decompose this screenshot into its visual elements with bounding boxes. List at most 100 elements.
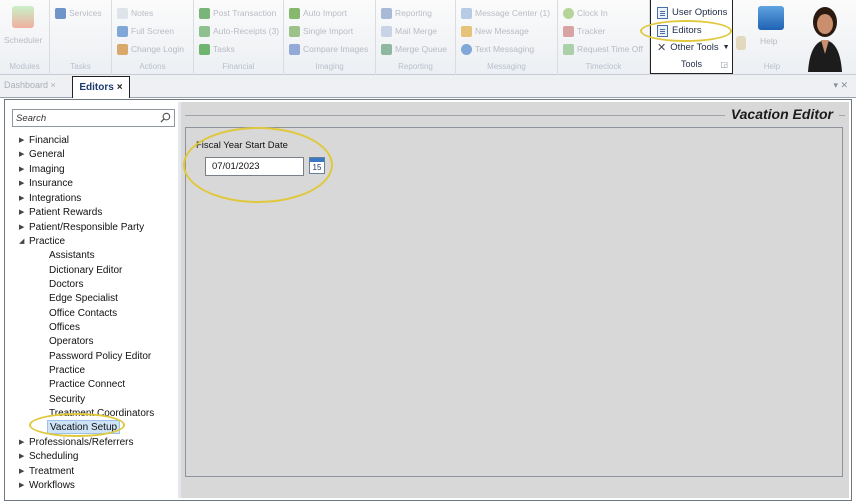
- tree-item-general[interactable]: ▶ General: [19, 147, 65, 161]
- expand-arrow-icon[interactable]: ▶: [19, 136, 29, 144]
- tree-item-financial[interactable]: ▶ Financial: [19, 133, 69, 147]
- tree-item-patient-responsible-party[interactable]: ▶ Patient/Responsible Party: [19, 220, 144, 234]
- ribbon-group-modules: Scheduler Modules: [0, 0, 50, 75]
- dialog-launcher-icon[interactable]: ◲: [720, 60, 728, 69]
- tree-item-integrations[interactable]: ▶ Integrations: [19, 191, 81, 205]
- tree-item-operators[interactable]: Operators: [49, 334, 93, 348]
- fiscal-year-start-date-input[interactable]: [205, 157, 304, 176]
- expand-arrow-icon[interactable]: ▶: [19, 452, 29, 460]
- ribbon-group-financial: Post Transaction Auto-Receipts (3) Tasks…: [194, 0, 284, 75]
- fiscal-year-start-label: Fiscal Year Start Date: [196, 140, 288, 151]
- compare-images-button[interactable]: Compare Images: [289, 42, 368, 56]
- scheduler-button[interactable]: Scheduler: [4, 33, 42, 47]
- help-button[interactable]: Help: [760, 34, 777, 48]
- expand-arrow-icon[interactable]: ▶: [19, 438, 29, 446]
- expand-arrow-icon[interactable]: ▶: [19, 208, 29, 216]
- tree-item-treatment-coordinators[interactable]: Treatment Coordinators: [49, 406, 154, 420]
- tree-item-patient-rewards[interactable]: ▶ Patient Rewards: [19, 205, 102, 219]
- change-login-icon: [117, 43, 128, 55]
- time-off-icon: [563, 43, 574, 55]
- tree-item-dictionary-editor[interactable]: Dictionary Editor: [49, 263, 122, 277]
- group-label: Imaging: [315, 62, 344, 71]
- services-button[interactable]: Services: [55, 6, 102, 20]
- close-icon[interactable]: ×: [117, 82, 123, 93]
- full-screen-icon: [117, 25, 128, 37]
- receipts-icon: [199, 25, 210, 37]
- request-time-off-button[interactable]: Request Time Off: [563, 42, 643, 56]
- new-message-icon: [461, 25, 472, 37]
- expand-arrow-icon[interactable]: ▶: [19, 150, 29, 158]
- tree-item-workflows[interactable]: ▶ Workflows: [19, 478, 75, 492]
- editor-workspace: Search ▶ Financial ▶ General ▶ Imaging ▶ Ins…: [4, 99, 852, 501]
- tree-item-practice-connect[interactable]: Practice Connect: [49, 377, 125, 391]
- tree-item-practice-child[interactable]: Practice: [49, 363, 85, 377]
- financial-tasks-button[interactable]: Tasks: [199, 42, 235, 56]
- tab-dashboard[interactable]: Dashboard ×: [4, 80, 56, 90]
- expand-arrow-icon[interactable]: ▶: [19, 179, 29, 187]
- tab-options-icon[interactable]: ▾ ✕: [833, 80, 848, 91]
- reporting-button[interactable]: Reporting: [381, 6, 432, 20]
- tree-item-edge-specialist[interactable]: Edge Specialist: [49, 291, 118, 305]
- group-label: Timeclock: [585, 62, 622, 71]
- ribbon-group-timeclock: Clock In Tracker Request Time Off Timecl…: [558, 0, 650, 75]
- editors-button[interactable]: Editors: [657, 23, 702, 38]
- tree-item-insurance[interactable]: ▶ Insurance: [19, 176, 73, 190]
- single-import-icon: [289, 25, 300, 37]
- merge-queue-icon: [381, 43, 392, 55]
- search-icon[interactable]: [160, 112, 171, 123]
- notes-button[interactable]: Notes: [117, 6, 153, 20]
- auto-receipts-button[interactable]: Auto-Receipts (3): [199, 24, 279, 38]
- tab-editors[interactable]: Editors ×: [72, 76, 130, 98]
- tree-item-password-policy-editor[interactable]: Password Policy Editor: [49, 349, 151, 363]
- tree-item-security[interactable]: Security: [49, 392, 85, 406]
- user-options-icon: [657, 6, 668, 19]
- post-transaction-button[interactable]: Post Transaction: [199, 6, 276, 20]
- other-tools-button[interactable]: ✕ Other Tools ▼: [657, 40, 730, 55]
- mail-merge-button[interactable]: Mail Merge: [381, 24, 437, 38]
- message-center-button[interactable]: Message Center (1): [461, 6, 550, 20]
- group-label: Actions: [139, 62, 166, 71]
- expand-arrow-icon[interactable]: ▶: [19, 481, 29, 489]
- ribbon-group-messaging: Message Center (1) New Message Text Mess…: [456, 0, 558, 75]
- tree-item-practice[interactable]: ◢ Practice: [19, 234, 65, 248]
- tree-item-treatment[interactable]: ▶ Treatment: [19, 464, 74, 478]
- notes-icon: [117, 7, 128, 19]
- expand-arrow-icon[interactable]: ▶: [19, 223, 29, 231]
- user-options-button[interactable]: User Options: [657, 5, 727, 20]
- tree-item-imaging[interactable]: ▶ Imaging: [19, 162, 65, 176]
- assistant-avatar: [800, 2, 850, 72]
- tree-item-vacation-setup[interactable]: Vacation Setup: [47, 420, 121, 434]
- scheduler-icon[interactable]: [12, 6, 34, 28]
- clock-in-button[interactable]: Clock In: [563, 6, 608, 20]
- misc-tool-icon[interactable]: [736, 36, 746, 50]
- full-screen-button[interactable]: Full Screen: [117, 24, 174, 38]
- calendar-day: 15: [312, 163, 322, 172]
- search-input[interactable]: Search: [12, 109, 175, 127]
- tree-item-professionals-referrers[interactable]: ▶ Professionals/Referrers: [19, 435, 133, 449]
- merge-queue-button[interactable]: Merge Queue: [381, 42, 447, 56]
- close-icon[interactable]: ×: [51, 80, 56, 90]
- document-tabbar: Dashboard × Editors × ▾ ✕: [0, 75, 856, 98]
- auto-import-button[interactable]: Auto Import: [289, 6, 347, 20]
- change-login-button[interactable]: Change Login: [117, 42, 184, 56]
- help-icon[interactable]: [758, 6, 784, 30]
- text-messaging-button[interactable]: Text Messaging: [461, 42, 534, 56]
- clock-icon: [563, 7, 574, 19]
- expand-arrow-icon[interactable]: ▶: [19, 165, 29, 173]
- text-messaging-icon: [461, 43, 472, 55]
- tree-item-assistants[interactable]: Assistants: [49, 248, 95, 262]
- tree-item-scheduling[interactable]: ▶ Scheduling: [19, 449, 78, 463]
- tracker-button[interactable]: Tracker: [563, 24, 606, 38]
- tree-item-doctors[interactable]: Doctors: [49, 277, 83, 291]
- expand-arrow-icon[interactable]: ▶: [19, 467, 29, 475]
- single-import-button[interactable]: Single Import: [289, 24, 353, 38]
- new-message-button[interactable]: New Message: [461, 24, 529, 38]
- group-label: Reporting: [398, 62, 433, 71]
- collapse-arrow-icon[interactable]: ◢: [19, 237, 29, 245]
- calendar-icon[interactable]: 15: [309, 157, 325, 174]
- ribbon-group-help: Help Help: [752, 0, 792, 75]
- tree-item-offices[interactable]: Offices: [49, 320, 80, 334]
- expand-arrow-icon[interactable]: ▶: [19, 194, 29, 202]
- tree-item-office-contacts[interactable]: Office Contacts: [49, 306, 117, 320]
- ribbon: Scheduler Modules Services Tasks Notes F…: [0, 0, 856, 75]
